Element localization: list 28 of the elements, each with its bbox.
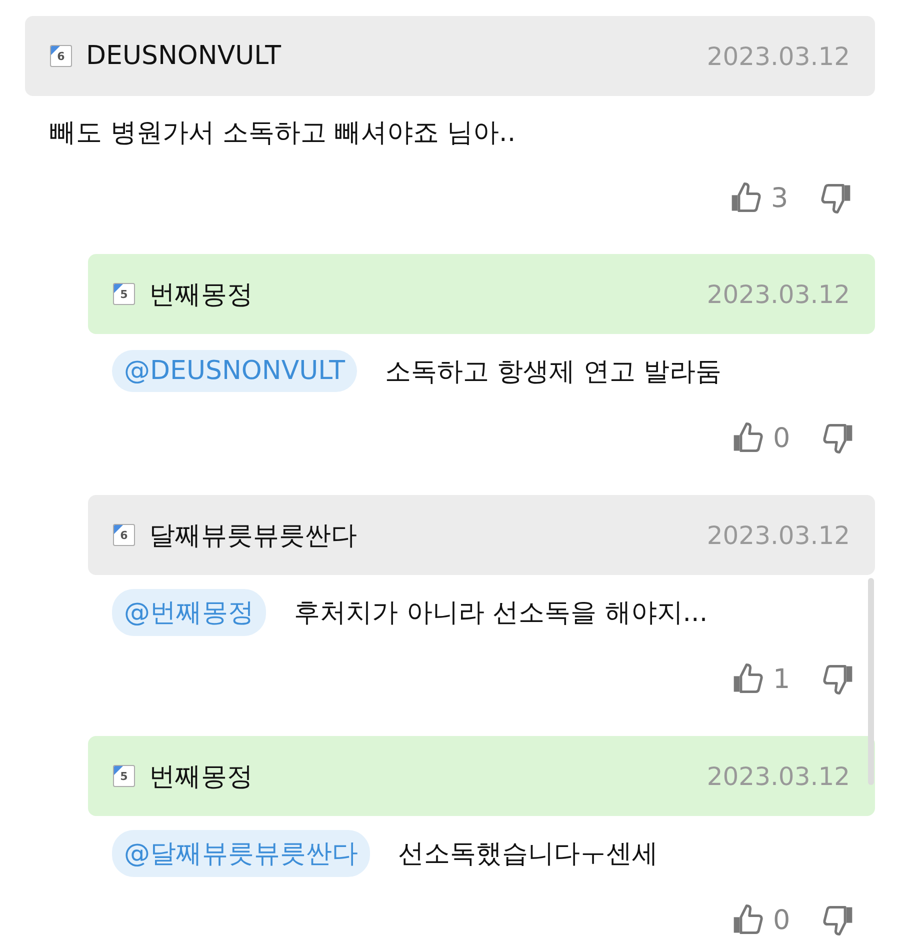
thumbs-up-icon[interactable] xyxy=(729,181,763,215)
like-count: 3 xyxy=(771,182,789,214)
thumbs-down-icon[interactable] xyxy=(821,662,855,696)
author-name[interactable]: 달째뷰릇뷰릇싼다 xyxy=(149,518,693,552)
level-badge: 6 xyxy=(50,45,72,67)
level-badge: 6 xyxy=(113,524,135,546)
thumbs-down-icon[interactable] xyxy=(821,903,855,937)
comment-text: 소독하고 항생제 연고 발라둠 xyxy=(384,356,722,388)
author-name[interactable]: DEUSNONVULT xyxy=(86,41,693,71)
like-count: 0 xyxy=(773,904,791,936)
comment-date: 2023.03.12 xyxy=(706,520,850,550)
thumbs-up-icon[interactable] xyxy=(731,662,765,696)
thumbs-down-icon[interactable] xyxy=(819,181,853,215)
comment-date: 2023.03.12 xyxy=(706,42,850,70)
like-count: 0 xyxy=(773,422,791,454)
level-badge: 5 xyxy=(113,765,135,787)
thumbs-up-icon[interactable] xyxy=(731,421,765,455)
level-badge: 5 xyxy=(113,283,135,305)
thumbs-down-icon[interactable] xyxy=(821,421,855,455)
comment-date: 2023.03.12 xyxy=(706,280,850,308)
comment-text: 빼도 병원가서 소독하고 빼셔야죠 님아.. xyxy=(50,116,516,150)
comment-date: 2023.03.12 xyxy=(706,762,850,790)
comment-text: 선소독했습니다ㅜ센세 xyxy=(398,838,658,870)
author-name[interactable]: 번째몽정 xyxy=(149,276,693,312)
like-count: 1 xyxy=(773,664,791,694)
author-name[interactable]: 번째몽정 xyxy=(149,758,693,794)
comment-text: 후처치가 아니라 선소독을 해야지... xyxy=(294,596,708,630)
thumbs-up-icon[interactable] xyxy=(731,903,765,937)
